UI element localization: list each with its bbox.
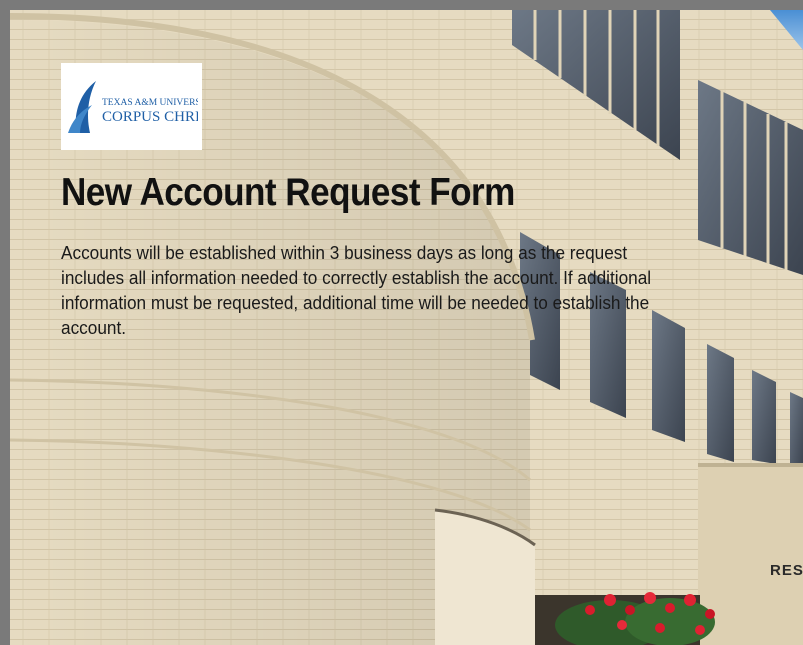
university-logo[interactable]: TEXAS A&M UNIVERSITY CORPUS CHRISTI	[61, 63, 202, 150]
tamucc-logo-icon: TEXAS A&M UNIVERSITY CORPUS CHRISTI	[67, 80, 198, 133]
logo-text-line1: TEXAS A&M UNIVERSITY	[102, 98, 198, 108]
building-sign-text: RES	[770, 562, 803, 579]
page-frame: RES TEXAS A&M UNIVERSITY CORPUS CHRISTI …	[10, 10, 803, 645]
logo-text-line2: CORPUS CHRISTI	[102, 109, 198, 125]
page-title: New Account Request Form	[61, 171, 515, 214]
page-description: Accounts will be established within 3 bu…	[61, 242, 652, 338]
